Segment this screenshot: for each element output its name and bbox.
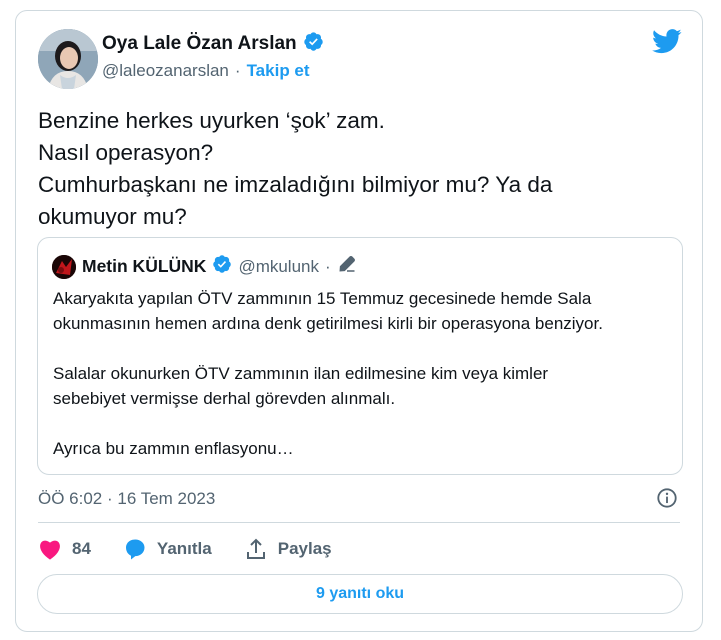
quoted-line <box>53 336 673 361</box>
tweet-line: okumuyor mu? <box>38 204 187 229</box>
tweet-line: Cumhurbaşkanı ne imzaladığını bilmiyor m… <box>38 172 553 197</box>
quoted-line: okunmasının hemen ardına denk getirilmes… <box>53 314 603 333</box>
author-avatar[interactable] <box>38 29 98 89</box>
quoted-line: Ayrıca bu zammın enflasyonu… <box>53 439 294 458</box>
read-replies-button[interactable]: 9 yanıtı oku <box>37 574 683 614</box>
author-handle-row: @laleozanarslan · Takip et <box>102 61 310 81</box>
quoted-line: Salalar okunurken ÖTV zammının ilan edil… <box>53 364 549 383</box>
verified-badge-icon <box>303 31 324 57</box>
author-name[interactable]: Oya Lale Özan Arslan <box>102 33 297 55</box>
reply-bubble-icon <box>125 539 145 560</box>
like-button[interactable]: 84 <box>38 538 91 560</box>
separator-dot: · <box>234 61 241 80</box>
reply-button[interactable]: Yanıtla <box>123 537 212 561</box>
author-name-row: Oya Lale Özan Arslan <box>102 31 324 57</box>
quoted-author-handle: @mkulunk <box>238 256 319 276</box>
twitter-bird-icon[interactable] <box>652 29 682 59</box>
quoted-tweet-text: Akaryakıta yapılan ÖTV zammının 15 Temmu… <box>53 286 673 461</box>
quoted-tweet[interactable]: Metin KÜLÜNK @mkulunk · Akaryakıta yapıl… <box>37 237 683 475</box>
tweet-card: Oya Lale Özan Arslan @laleozanarslan · T… <box>15 10 703 632</box>
tweet-line: Nasıl operasyon? <box>38 140 214 165</box>
quoted-author-avatar[interactable] <box>52 254 76 279</box>
like-count: 84 <box>72 539 91 558</box>
tweet-text: Benzine herkes uyurken ‘şok’ zam. Nasıl … <box>38 105 678 233</box>
tweet-line: Benzine herkes uyurken ‘şok’ zam. <box>38 108 385 133</box>
action-bar: 84 Yanıtla Paylaş <box>38 537 364 561</box>
share-button[interactable]: Paylaş <box>244 537 332 561</box>
divider <box>38 522 680 523</box>
heart-icon <box>40 540 60 560</box>
quoted-tweet-header: Metin KÜLÜNK @mkulunk · <box>52 254 357 279</box>
quoted-line <box>53 411 673 436</box>
author-handle[interactable]: @laleozanarslan <box>102 61 229 81</box>
tweet-timestamp[interactable]: ÖÖ 6:02 · 16 Tem 2023 <box>38 489 215 509</box>
share-icon <box>246 538 265 559</box>
separator-dot: · <box>325 256 331 276</box>
follow-button[interactable]: Takip et <box>247 61 310 81</box>
info-icon[interactable] <box>656 487 678 514</box>
quoted-author-name: Metin KÜLÜNK <box>82 256 207 276</box>
reply-label: Yanıtla <box>156 539 212 558</box>
edit-pencil-icon <box>337 254 357 279</box>
share-label: Paylaş <box>277 539 332 558</box>
verified-badge-icon <box>212 254 232 279</box>
quoted-line: sebebiyet vermişse derhal görevden alınm… <box>53 389 396 408</box>
quoted-line: Akaryakıta yapılan ÖTV zammının 15 Temmu… <box>53 289 592 308</box>
